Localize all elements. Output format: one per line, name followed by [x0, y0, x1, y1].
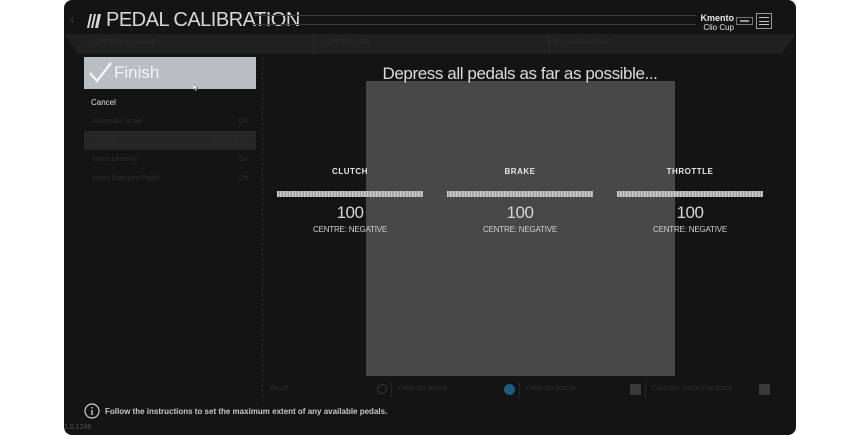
menu-line-icon	[759, 20, 769, 22]
toggle-off-icon	[630, 384, 641, 395]
instruction-text: Depress all pedals as far as possible...	[382, 64, 658, 83]
calibrate-force-feedback-control[interactable]: Calibrate Force Feedback	[646, 381, 774, 398]
profile-car: Clio Cup	[703, 23, 734, 32]
pedal-centre: CENTRE: NEGATIVE	[653, 225, 727, 234]
mouse-cursor-icon	[193, 84, 198, 91]
pedal-centre: CENTRE: NEGATIVE	[313, 225, 387, 234]
tab-strip-shape	[64, 34, 796, 54]
settings-row-invert-clamped-pedal[interactable]: Invert Clamped Pedal On	[84, 169, 256, 188]
cancel-button[interactable]: Cancel	[91, 98, 256, 107]
tab-controller[interactable]: CONTROLLER	[322, 39, 370, 46]
pedal-meter	[617, 191, 763, 197]
settings-row-linearity[interactable]: Linearity Default (0.5)	[84, 131, 256, 150]
profile-name: Kmento	[700, 13, 735, 23]
back-chevron-icon[interactable]: ‹	[70, 10, 75, 26]
settings-row-value: On	[238, 118, 248, 125]
settings-row-invert-linearity[interactable]: Invert Linearity On	[84, 150, 256, 169]
settings-list: Automatic Scale On Linearity Default (0.…	[84, 112, 256, 188]
finish-label: Finish	[114, 63, 160, 82]
pedal-meter	[277, 191, 423, 197]
profile-info: Kmento Clio Cup	[700, 13, 735, 33]
brand-logo-icon	[87, 14, 101, 28]
control-label: Calibrate Force Feedback	[652, 385, 733, 392]
calibrate-range-control[interactable]: Calibrate Range	[520, 381, 646, 398]
control-label: Calibrate Range	[526, 385, 577, 392]
reset-icon	[377, 384, 387, 394]
hamburger-menu-button[interactable]	[756, 13, 772, 29]
sidebar-divider	[262, 57, 263, 402]
app-screen: ‹ PEDAL CALIBRATION Kmento Clio Cup CONT…	[64, 0, 796, 435]
footer-hint: Follow the instructions to set the maxim…	[84, 402, 387, 420]
pedal-value: 100	[676, 203, 704, 222]
finish-button[interactable]: Finish	[84, 57, 256, 91]
settings-row-automatic-scale[interactable]: Automatic Scale On	[84, 112, 256, 131]
pedal-label: THROTTLE	[666, 167, 714, 176]
profile-badge-icon	[736, 17, 753, 25]
tab-strip: CONTROL SCHEME CONTROLLER KEY ASSIGNMENT	[64, 34, 796, 54]
settings-row-label: Invert Clamped Pedal	[92, 175, 160, 182]
control-label: Reset	[270, 385, 289, 392]
bottom-controls: Reset Calibrate Arrival Calibrate Range …	[264, 381, 774, 399]
pedal-brake: BRAKE 100 CENTRE: NEGATIVE	[447, 167, 593, 234]
toggle-on-icon	[504, 384, 515, 395]
pedal-value: 100	[506, 203, 534, 222]
settings-row-label: Linearity	[92, 137, 119, 144]
sidebar: Finish Cancel Automatic Scale On Lineari…	[84, 57, 256, 188]
toggle-off-icon	[759, 384, 770, 395]
settings-row-value: Default (0.5)	[209, 137, 248, 144]
pedal-centre: CENTRE: NEGATIVE	[483, 225, 557, 234]
pedal-throttle: THROTTLE 100 CENTRE: NEGATIVE	[617, 167, 763, 234]
pedal-label: CLUTCH	[332, 167, 368, 176]
pedal-meter	[447, 191, 593, 197]
pedal-clutch: CLUTCH 100 CENTRE: NEGATIVE	[277, 167, 423, 234]
settings-row-label: Invert Linearity	[92, 156, 138, 163]
settings-row-value: On	[238, 156, 248, 163]
pedal-label: BRAKE	[504, 167, 536, 176]
title-rule	[254, 15, 696, 25]
settings-row-value: On	[238, 175, 248, 182]
reset-control[interactable]: Reset	[264, 381, 392, 398]
control-label: Calibrate Arrival	[398, 385, 448, 392]
info-icon	[84, 403, 100, 419]
tab-key-assignment[interactable]: KEY ASSIGNMENT	[550, 39, 612, 46]
header-bar: ‹ PEDAL CALIBRATION Kmento Clio Cup	[64, 0, 796, 34]
menu-line-icon	[759, 24, 769, 25]
settings-row-label: Automatic Scale	[92, 118, 143, 125]
tab-control-scheme[interactable]: CONTROL SCHEME	[90, 39, 156, 46]
pedal-value: 100	[336, 203, 364, 222]
version-label: 1.0.1246	[64, 424, 92, 431]
menu-line-icon	[759, 17, 769, 18]
footer-hint-text: Follow the instructions to set the maxim…	[105, 406, 388, 416]
checkmark-icon	[89, 62, 112, 83]
calibrate-arrival-control[interactable]: Calibrate Arrival	[392, 381, 520, 398]
